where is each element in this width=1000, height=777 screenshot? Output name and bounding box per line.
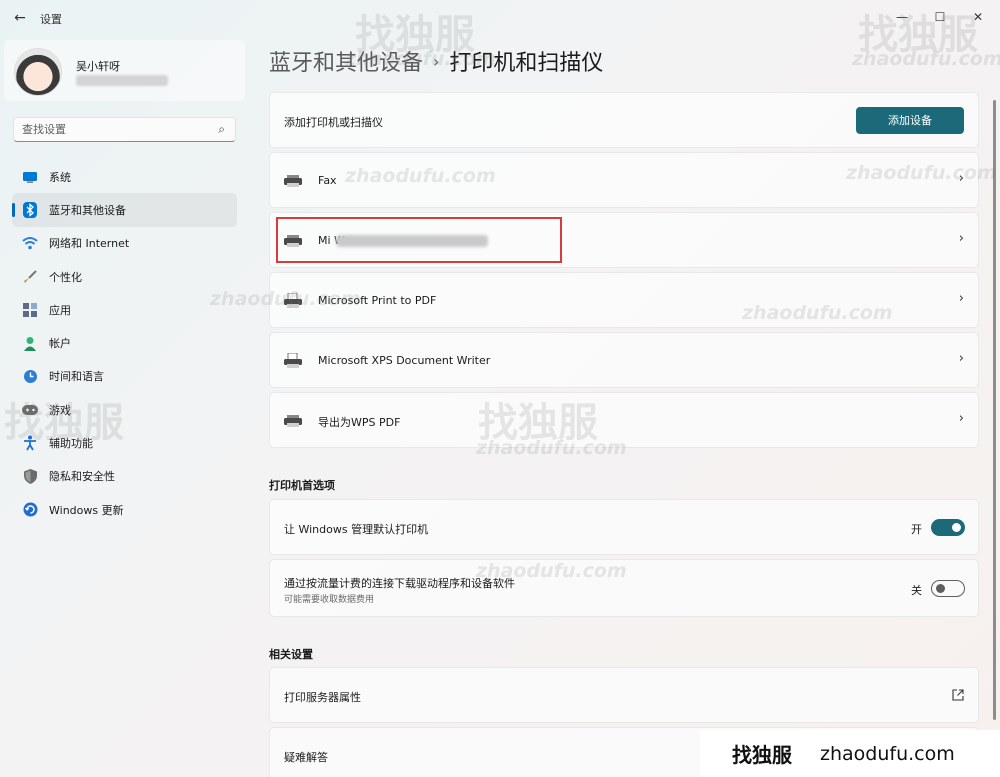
device-name: 导出为WPS PDF	[318, 416, 401, 429]
section-title-printer-prefs: 打印机首选项	[269, 479, 335, 492]
watermark-url: zhaodufu.com	[345, 165, 496, 187]
watermark-url: zhaodufu.com	[476, 560, 627, 582]
user-email-redacted	[76, 75, 168, 86]
setting-label: 打印服务器属性	[284, 691, 361, 704]
chevron-right-icon: ›	[958, 291, 964, 306]
sidebar-item-bluetooth[interactable]: 蓝牙和其他设备	[12, 193, 237, 227]
highlight-box	[276, 217, 562, 263]
search-icon[interactable]: ⌕	[218, 122, 225, 137]
sidebar-item-accounts[interactable]: 帐户	[12, 326, 237, 359]
person-icon	[22, 335, 38, 351]
watermark-url: zhaodufu.com	[476, 437, 627, 459]
apps-icon	[22, 302, 38, 318]
setting-label: 让 Windows 管理默认打印机	[284, 523, 429, 536]
avatar	[14, 48, 62, 96]
brush-icon	[22, 269, 38, 285]
toggle-state-label: 开	[911, 523, 922, 536]
metered-download-toggle[interactable]	[931, 580, 965, 597]
monitor-icon	[22, 169, 38, 185]
sidebar-item-label: 隐私和安全性	[49, 470, 115, 484]
bluetooth-icon	[22, 201, 38, 218]
sidebar-item-apps[interactable]: 应用	[12, 293, 237, 326]
sidebar-item-label: 应用	[49, 303, 71, 317]
chevron-right-icon: ›	[958, 411, 964, 426]
setting-label: 疑难解答	[284, 751, 328, 764]
title-bar: ← 设置 — ☐ ✕	[0, 0, 1000, 38]
setting-sublabel: 可能需要收取数据费用	[284, 595, 375, 605]
watermark-url: zhaodufu.com	[742, 302, 893, 324]
device-name: Fax	[318, 174, 337, 187]
scrollbar[interactable]	[993, 100, 996, 720]
user-name: 吴小轩呀	[76, 60, 120, 73]
shield-icon	[22, 468, 38, 484]
add-printer-label: 添加打印机或扫描仪	[284, 116, 383, 129]
section-title-related: 相关设置	[269, 648, 313, 661]
watermark-url: zhaodufu.com	[852, 48, 1000, 70]
chevron-right-icon: ›	[958, 351, 964, 366]
app-title: 设置	[40, 13, 62, 26]
add-device-button[interactable]: 添加设备	[856, 107, 964, 134]
device-row-ms-xps-writer[interactable]: Microsoft XPS Document Writer ›	[269, 332, 979, 388]
footer-url: zhaodufu.com	[820, 742, 955, 765]
wifi-icon	[22, 235, 38, 251]
related-row-print-server[interactable]: 打印服务器属性	[269, 667, 979, 723]
toggle-state-label: 关	[911, 584, 922, 597]
globe-clock-icon	[22, 368, 38, 384]
sidebar-item-system[interactable]: 系统	[12, 160, 237, 193]
sidebar-item-label: 个性化	[49, 270, 82, 284]
sidebar-item-label: Windows 更新	[49, 503, 124, 517]
footer-banner: 找独服 zhaodufu.com	[700, 730, 1000, 777]
sidebar-item-network[interactable]: 网络和 Internet	[12, 227, 237, 260]
watermark-url: zhaodufu.com	[846, 162, 997, 184]
user-card[interactable]: 吴小轩呀	[4, 40, 245, 101]
printer-xps-icon	[284, 353, 302, 368]
sidebar-nav: 系统 蓝牙和其他设备 网络和 Internet 个性化 应用 帐户 时间和语言 …	[12, 160, 237, 526]
printer-icon	[284, 175, 302, 187]
device-name: Microsoft XPS Document Writer	[318, 354, 491, 367]
default-printer-toggle[interactable]	[931, 519, 965, 536]
add-printer-card: 添加打印机或扫描仪 添加设备	[269, 92, 979, 148]
watermark-url: zhaodufu.com	[345, 48, 496, 70]
setting-row-default-printer: 让 Windows 管理默认打印机 开	[269, 499, 979, 555]
sidebar-item-label: 蓝牙和其他设备	[49, 203, 126, 217]
watermark-url: zhaodufu.com	[210, 288, 361, 310]
sidebar-item-label: 系统	[49, 170, 71, 184]
sidebar-item-privacy[interactable]: 隐私和安全性	[12, 460, 237, 493]
footer-brand: 找独服	[732, 743, 792, 767]
sidebar-item-label: 网络和 Internet	[49, 237, 130, 251]
printer-icon	[284, 415, 302, 427]
search-input[interactable]: 查找设置	[22, 118, 66, 141]
back-arrow-icon[interactable]: ←	[8, 6, 32, 30]
update-icon	[22, 502, 38, 518]
sidebar-item-time-language[interactable]: 时间和语言	[12, 360, 237, 393]
watermark-text: 找独服	[4, 400, 124, 446]
external-link-icon	[952, 689, 964, 701]
sidebar-item-label: 时间和语言	[49, 370, 104, 384]
sidebar-item-label: 帐户	[49, 337, 71, 351]
sidebar-item-windows-update[interactable]: Windows 更新	[12, 493, 237, 526]
sidebar-item-personalization[interactable]: 个性化	[12, 260, 237, 293]
search-box[interactable]: 查找设置 ⌕	[13, 117, 236, 142]
chevron-right-icon: ›	[958, 231, 964, 246]
